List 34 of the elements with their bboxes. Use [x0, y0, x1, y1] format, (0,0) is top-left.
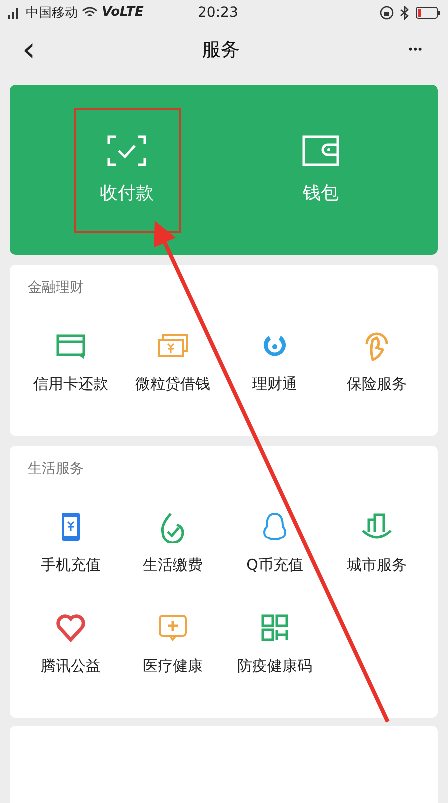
- network-type: VoLTE: [102, 5, 144, 20]
- section-title: 生活服务: [27, 460, 85, 478]
- qr-code-icon: [261, 614, 289, 642]
- service-tile[interactable]: Q币充值: [224, 510, 326, 575]
- service-tile[interactable]: 腾讯公益: [20, 611, 122, 676]
- wifi-icon: [82, 6, 98, 18]
- battery-icon: [416, 6, 440, 18]
- service-tile[interactable]: 防疫健康码: [224, 611, 326, 676]
- page-title: 服务: [201, 38, 241, 63]
- clock-time: 20:23: [198, 4, 238, 20]
- service-tile[interactable]: 信用卡还款: [20, 329, 122, 394]
- service-tile[interactable]: 保险服务: [326, 329, 428, 394]
- service-tile[interactable]: 微粒贷借钱: [122, 329, 224, 394]
- service-tile[interactable]: 生活缴费: [122, 510, 224, 575]
- carrier-name: 中国移动: [26, 4, 78, 22]
- card-icon: [56, 333, 86, 359]
- service-tile[interactable]: 医疗健康: [122, 611, 224, 676]
- section-title: 金融理财: [27, 279, 85, 297]
- penguin-icon: [261, 511, 289, 543]
- more-button[interactable]: •••: [398, 44, 434, 56]
- back-button[interactable]: ‹: [14, 33, 44, 67]
- banknote-icon: [157, 333, 189, 359]
- check-drop-icon: [159, 511, 187, 543]
- phone-icon: [60, 511, 82, 543]
- rotation-lock-icon: [380, 6, 394, 20]
- scan-check-icon: [107, 135, 147, 167]
- heart-icon: [56, 614, 86, 642]
- medical-screen-icon: [158, 614, 188, 642]
- service-tile[interactable]: 城市服务: [326, 510, 428, 575]
- service-tile[interactable]: 理财通: [224, 329, 326, 394]
- wallet-icon: [302, 135, 340, 167]
- bluetooth-icon: [400, 6, 410, 20]
- service-tile[interactable]: 手机充值: [20, 510, 122, 575]
- buildings-icon: [360, 512, 394, 542]
